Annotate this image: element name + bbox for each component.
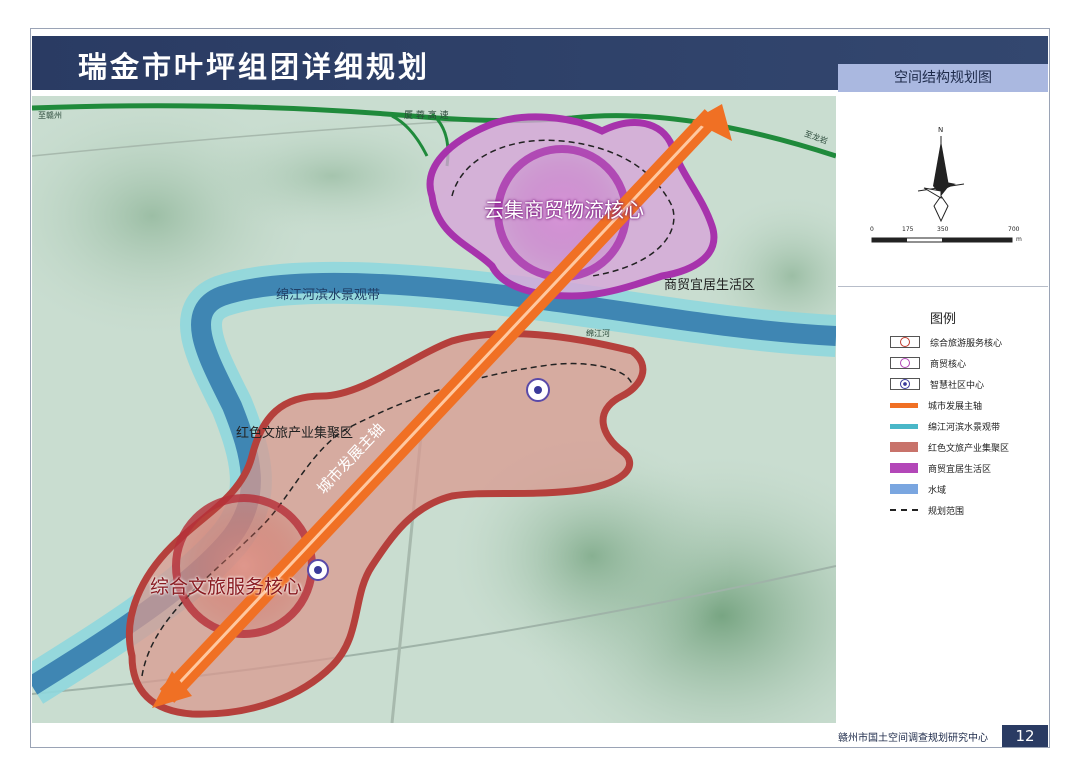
legend-panel: 图例 综合旅游服务核心 商贸核心 智慧社区中心 城市发展主轴 绵江河滨水景观带 … [838,288,1048,723]
legend-swatch [890,509,918,511]
legend-item-trade-core: 商贸核心 [890,356,966,370]
legend-label: 商贸宜居生活区 [928,464,992,475]
label-expressway: 厦 蓉 高 速 [404,111,449,121]
legend-item-community-centre: 智慧社区中心 [890,377,984,391]
scale-label-0: 0 [870,226,874,233]
community-centre-dot [534,386,542,394]
page-title: 瑞金市叶坪组团详细规划 [78,50,431,84]
label-living-zone: 商贸宜居生活区 [664,278,756,293]
label-river-band: 绵江河滨水景观带 [276,288,381,303]
legend-swatch [890,378,920,390]
legend-item-red-cluster: 红色文旅产业集聚区 [890,440,1009,454]
community-centre-dot [314,566,322,574]
label-to-ganzhou: 至赣州 [38,111,62,120]
legend-item-main-axis: 城市发展主轴 [890,398,982,412]
map-canvas[interactable]: 云集商贸物流核心 综合文旅服务核心 商贸宜居生活区 绵江河滨水景观带 红色文旅产… [32,96,836,723]
legend-label: 水域 [928,485,947,496]
map-subtitle: 空间结构规划图 [838,64,1048,92]
legend-item-river-band: 绵江河滨水景观带 [890,419,1000,433]
legend-swatch [890,463,918,473]
legend-label: 综合旅游服务核心 [930,338,1003,349]
legend-label: 城市发展主轴 [928,401,983,412]
legend-swatch [890,484,918,494]
label-trade-core: 云集商贸物流核心 [484,198,644,222]
legend-swatch [890,402,918,408]
label-red-cluster: 红色文旅产业集聚区 [236,426,354,441]
scale-label-175: 175 [902,226,914,233]
compass-north-label: N [938,126,944,134]
legend-swatch [890,423,918,429]
map-svg [32,96,836,723]
legend-item-plan-boundary: 规划范围 [890,503,964,517]
legend-item-tourism-core: 综合旅游服务核心 [890,335,1002,349]
legend-swatch [890,442,918,452]
legend-item-water: 水域 [890,482,946,496]
legend-label: 绵江河滨水景观带 [928,422,1001,433]
footer-organization: 赣州市国土空间调查规划研究中心 [838,733,988,744]
legend-swatch [890,357,920,369]
legend-label: 智慧社区中心 [930,380,985,391]
legend-label: 规划范围 [928,506,965,517]
legend-item-living-zone: 商贸宜居生活区 [890,461,991,475]
scale-unit: m [1016,236,1022,243]
legend-label: 红色文旅产业集聚区 [928,443,1010,454]
legend-swatch [890,336,920,348]
footer-bar: 赣州市国土空间调查规划研究中心 12 [32,725,1048,747]
legend-title: 图例 [929,312,956,327]
north-arrow-icon [871,136,1013,243]
compass-panel: N 0 175 350 700 m [838,96,1048,287]
page-number: 12 [1002,725,1048,747]
scale-label-350: 350 [937,226,949,233]
label-tourism-core: 综合文旅服务核心 [150,576,303,598]
legend-label: 商贸核心 [930,359,967,370]
scale-label-700: 700 [1008,226,1020,233]
label-river-name: 绵江河 [586,329,610,338]
